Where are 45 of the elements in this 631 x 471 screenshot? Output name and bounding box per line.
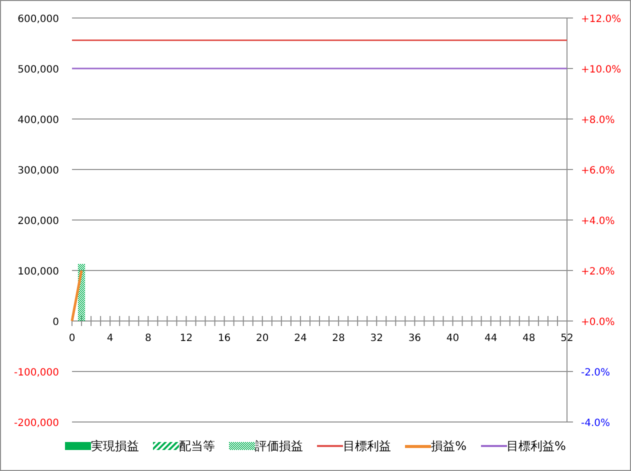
axis-label: +0.0% <box>581 317 615 328</box>
axis-label: 4 <box>106 333 114 344</box>
legend-label: 損益% <box>431 438 466 455</box>
legend-label: 目標利益 <box>343 438 392 455</box>
axis-label: 0 <box>52 317 59 328</box>
legend-swatch-icon <box>229 442 256 450</box>
axis-label: -100,000 <box>14 368 59 378</box>
axis-label: -200,000 <box>14 418 59 429</box>
axis-label: 200,000 <box>18 216 59 227</box>
legend-swatch-icon <box>65 442 92 450</box>
legend-swatch-icon <box>317 442 344 450</box>
legend-label: 配当等 <box>179 438 216 455</box>
axis-label: 48 <box>522 333 536 344</box>
axis-label: 24 <box>294 333 307 344</box>
axis-label: 600,000 <box>18 14 59 25</box>
axis-label: 12 <box>180 333 193 344</box>
axis-label: +2.0% <box>581 266 615 278</box>
axis-label: 20 <box>256 333 269 344</box>
axis-label: +10.0% <box>581 64 622 76</box>
axis-label: 8 <box>144 333 152 344</box>
axis-label: 400,000 <box>18 115 59 126</box>
legend-label: 実現損益 <box>91 438 140 455</box>
legend-swatch-icon <box>405 442 432 450</box>
line-series <box>70 270 83 322</box>
axis-label: +4.0% <box>581 216 615 227</box>
axis-label: 32 <box>370 333 383 344</box>
legend-swatch-icon <box>153 442 180 450</box>
axis-label: 100,000 <box>18 266 59 278</box>
axis-label: 52 <box>560 333 574 344</box>
axis-label: 44 <box>484 333 498 344</box>
axis-label: +12.0% <box>581 14 622 25</box>
axis-label: 500,000 <box>18 64 59 76</box>
axis-label: 300,000 <box>18 166 59 176</box>
axis-label: +6.0% <box>581 166 615 176</box>
legend-label: 目標利益% <box>506 438 566 455</box>
legend-swatch-icon <box>480 442 506 450</box>
axis-label: 0 <box>68 333 76 344</box>
axis-label: +8.0% <box>581 115 615 126</box>
legend-label: 評価損益 <box>255 438 304 455</box>
axis-label: 40 <box>446 333 460 344</box>
axis-label: 16 <box>218 333 231 344</box>
axis-label: -4.0% <box>581 418 610 429</box>
axis-label: 36 <box>408 333 422 344</box>
axis-label: 28 <box>332 333 345 344</box>
axis-label: -2.0% <box>581 368 610 378</box>
